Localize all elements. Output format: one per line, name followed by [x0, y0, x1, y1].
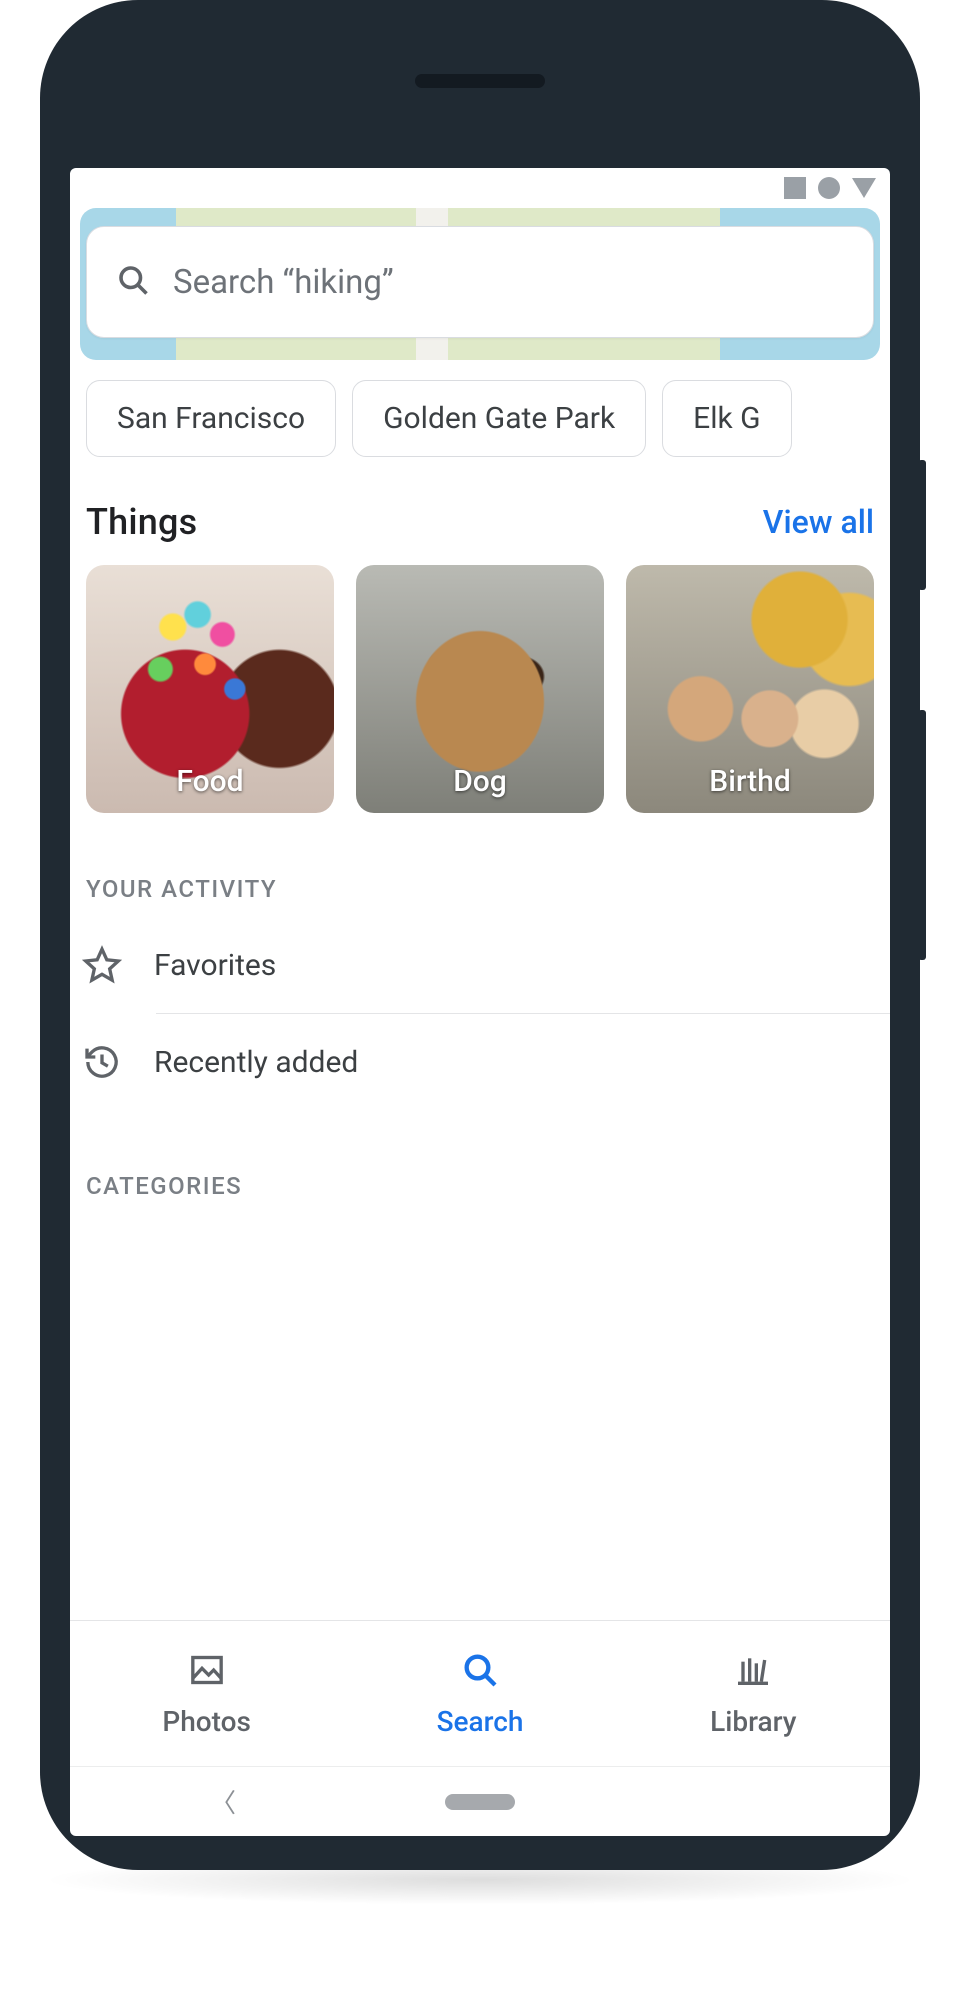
bottom-nav: Photos Search	[70, 1620, 890, 1766]
nav-photos[interactable]: Photos	[70, 1621, 343, 1766]
phone-side-button	[918, 460, 926, 590]
thing-label: Birthd	[626, 764, 874, 799]
library-icon	[733, 1650, 773, 1697]
nav-label: Library	[710, 1705, 796, 1738]
system-nav-bar: 〈	[70, 1766, 890, 1836]
nav-search[interactable]: Search	[343, 1621, 616, 1766]
row-label: Favorites	[154, 948, 276, 983]
phone-speaker	[415, 74, 545, 88]
star-icon	[82, 945, 122, 985]
phone-side-button	[918, 710, 926, 960]
things-title: Things	[86, 501, 197, 543]
thing-birthday[interactable]: Birthd	[626, 565, 874, 813]
nav-library[interactable]: Library	[617, 1621, 890, 1766]
things-header: Things View all	[70, 457, 890, 565]
phone-shell: Search “hiking” San Francisco Golden Gat…	[40, 0, 920, 1870]
search-icon	[115, 262, 151, 302]
search-placeholder: Search “hiking”	[173, 263, 394, 302]
thing-label: Food	[86, 764, 334, 799]
photos-icon	[187, 1650, 227, 1697]
back-icon[interactable]: 〈	[210, 1783, 236, 1820]
your-activity-header: YOUR ACTIVITY	[70, 813, 890, 917]
nav-label: Photos	[162, 1705, 251, 1738]
location-chips: San Francisco Golden Gate Park Elk G	[70, 360, 890, 457]
chip-golden-gate-park[interactable]: Golden Gate Park	[352, 380, 646, 457]
map-preview[interactable]: Search “hiking”	[80, 208, 880, 360]
search-input[interactable]: Search “hiking”	[86, 226, 874, 338]
row-recently-added[interactable]: Recently added	[70, 1014, 890, 1110]
thing-dog[interactable]: Dog	[356, 565, 604, 813]
row-label: Recently added	[154, 1045, 358, 1080]
things-view-all-link[interactable]: View all	[763, 503, 874, 541]
things-thumbnails: Food Dog Birthd	[70, 565, 890, 813]
categories-header: CATEGORIES	[70, 1110, 890, 1214]
status-square-icon	[784, 177, 806, 199]
nav-label: Search	[437, 1705, 524, 1738]
chip-elk[interactable]: Elk G	[662, 380, 791, 457]
row-favorites[interactable]: Favorites	[70, 917, 890, 1013]
status-circle-icon	[818, 177, 840, 199]
app-screen: Search “hiking” San Francisco Golden Gat…	[70, 168, 890, 1836]
history-icon	[82, 1042, 122, 1082]
status-triangle-icon	[852, 178, 876, 198]
thing-food[interactable]: Food	[86, 565, 334, 813]
search-icon	[460, 1650, 500, 1697]
thing-label: Dog	[356, 764, 604, 799]
home-handle[interactable]	[445, 1794, 515, 1810]
chip-san-francisco[interactable]: San Francisco	[86, 380, 336, 457]
status-bar	[70, 168, 890, 208]
